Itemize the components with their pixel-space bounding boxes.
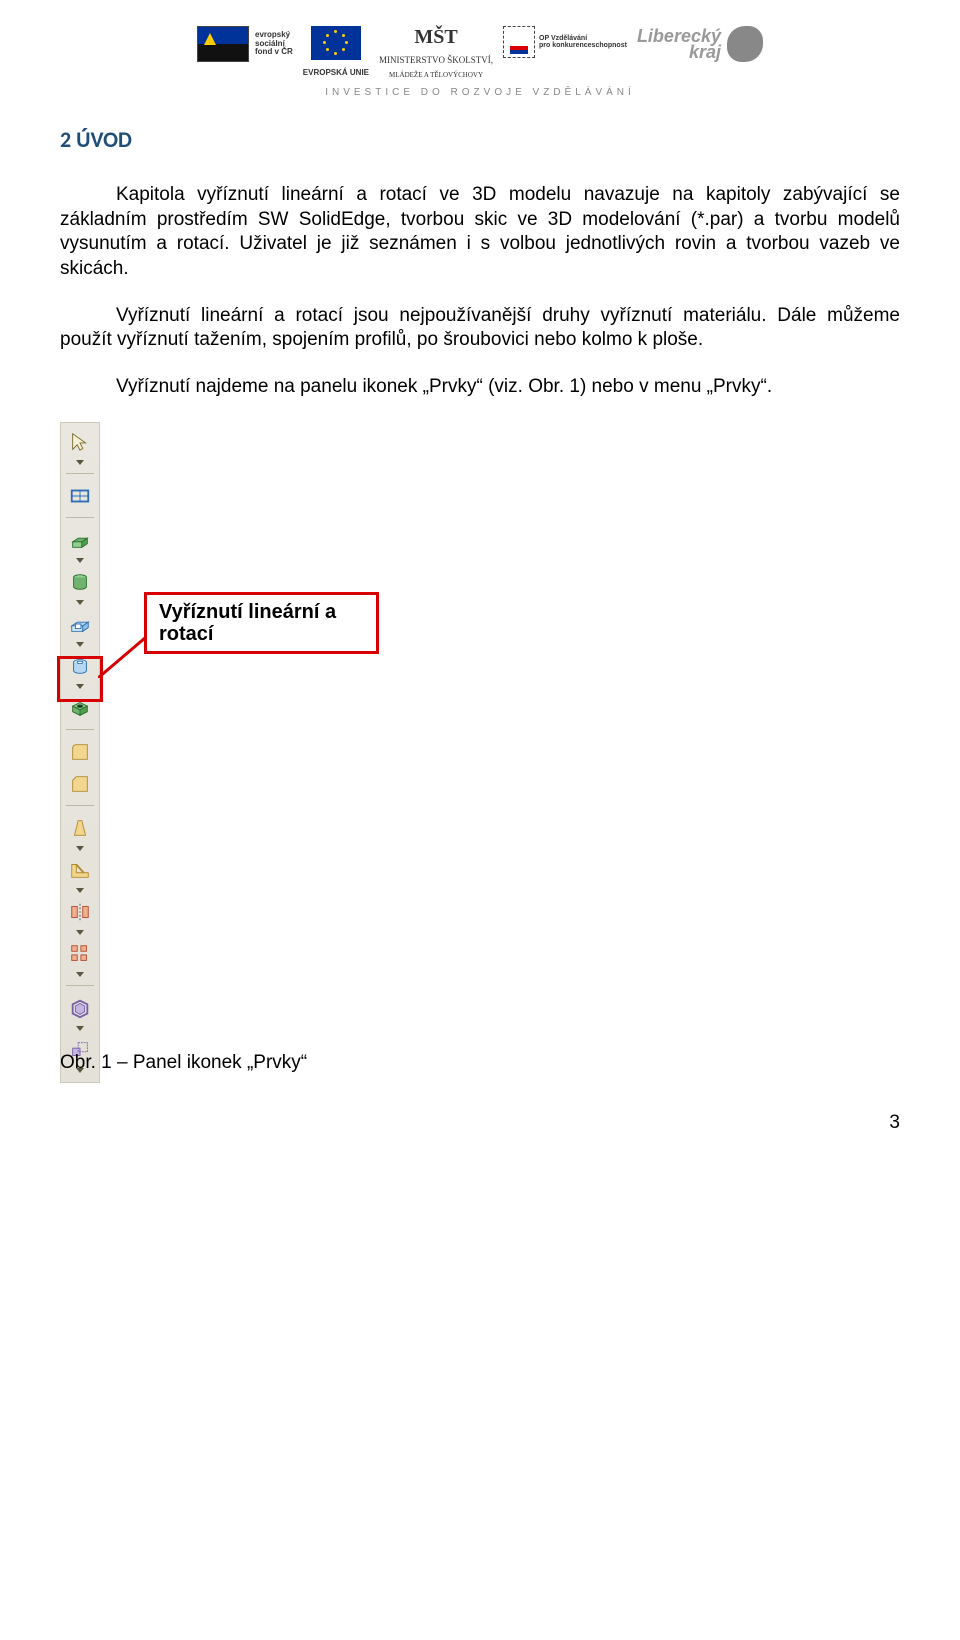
- logo-eu: EVROPSKÁ UNIE: [303, 26, 369, 77]
- esf-flag-icon: [197, 26, 249, 62]
- mirror-icon[interactable]: [64, 897, 96, 927]
- paragraph: Vyříznutí najdeme na panelu ikonek „Prvk…: [60, 375, 900, 400]
- dropdown-arrow-icon[interactable]: [64, 682, 96, 692]
- header-tagline: INVESTICE DO ROZVOJE VZDĚLÁVÁNÍ: [60, 87, 900, 98]
- toolbar-separator: [66, 980, 94, 992]
- figure: Vyříznutí lineární a rotací Obr. 1 – Pan…: [60, 422, 900, 1082]
- msmt-line: MINISTERSTVO ŠKOLSTVÍ,: [379, 55, 493, 65]
- dropdown-arrow-icon[interactable]: [64, 556, 96, 566]
- header-logos: evropský sociální fond v ČR EVROPSKÁ UNI…: [60, 20, 900, 81]
- page-number: 3: [60, 1112, 900, 1134]
- logo-esf: evropský sociální fond v ČR: [197, 26, 293, 62]
- eu-flag-icon: [311, 26, 361, 60]
- toolbar-separator: [66, 800, 94, 812]
- revolve-icon[interactable]: [64, 567, 96, 597]
- body-text: Kapitola vyříznutí lineární a rotací ve …: [60, 183, 900, 400]
- sketch-icon[interactable]: [64, 481, 96, 511]
- callout-text-line: Vyříznutí lineární a: [159, 601, 336, 623]
- callout-text-line: rotací: [159, 623, 213, 645]
- cut-extrude-icon[interactable]: [64, 609, 96, 639]
- dropdown-arrow-icon[interactable]: [64, 1024, 96, 1034]
- dropdown-arrow-icon[interactable]: [64, 928, 96, 938]
- rib-icon[interactable]: [64, 855, 96, 885]
- cut-revolve-icon[interactable]: [64, 651, 96, 681]
- op-line: OP Vzdělávání: [539, 35, 627, 42]
- draft-icon[interactable]: [64, 813, 96, 843]
- op-flag-icon: [503, 26, 535, 58]
- logo-op: OP Vzdělávání pro konkurenceschopnost: [503, 26, 627, 58]
- paragraph: Kapitola vyříznutí lineární a rotací ve …: [60, 183, 900, 282]
- extrude-icon[interactable]: [64, 525, 96, 555]
- esf-text-line: fond v ČR: [255, 48, 293, 56]
- dropdown-arrow-icon[interactable]: [64, 886, 96, 896]
- op-line: pro konkurenceschopnost: [539, 42, 627, 49]
- select-arrow-icon[interactable]: [64, 427, 96, 457]
- callout-label: Vyříznutí lineární a rotací: [144, 592, 379, 654]
- section-title: 2 ÚVOD: [60, 126, 900, 153]
- lk-map-icon: [727, 26, 763, 62]
- dropdown-arrow-icon[interactable]: [64, 458, 96, 468]
- pattern-icon[interactable]: [64, 939, 96, 969]
- paragraph: Vyříznutí lineární a rotací jsou nejpouž…: [60, 304, 900, 353]
- msmt-line: MLÁDEŽE A TĚLOVÝCHOVY: [389, 71, 483, 79]
- thin-wall-icon[interactable]: [64, 993, 96, 1023]
- lk-line: kraj: [637, 44, 721, 60]
- round-icon[interactable]: [64, 737, 96, 767]
- eu-label: EVROPSKÁ UNIE: [303, 68, 369, 77]
- figure-caption: Obr. 1 – Panel ikonek „Prvky“: [60, 1052, 307, 1074]
- toolbar-separator: [66, 512, 94, 524]
- dropdown-arrow-icon[interactable]: [64, 844, 96, 854]
- toolbar-separator: [66, 468, 94, 480]
- msmt-glyph-icon: MŠT: [414, 26, 457, 49]
- chamfer-icon[interactable]: [64, 769, 96, 799]
- hole-icon[interactable]: [64, 693, 96, 723]
- toolbar-separator: [66, 724, 94, 736]
- dropdown-arrow-icon[interactable]: [64, 970, 96, 980]
- toolbar-prvky: [60, 422, 100, 1083]
- dropdown-arrow-icon[interactable]: [64, 640, 96, 650]
- logo-liberecky-kraj: Liberecký kraj: [637, 26, 763, 62]
- dropdown-arrow-icon[interactable]: [64, 598, 96, 608]
- logo-msmt: MŠT MINISTERSTVO ŠKOLSTVÍ, MLÁDEŽE A TĚL…: [379, 26, 493, 79]
